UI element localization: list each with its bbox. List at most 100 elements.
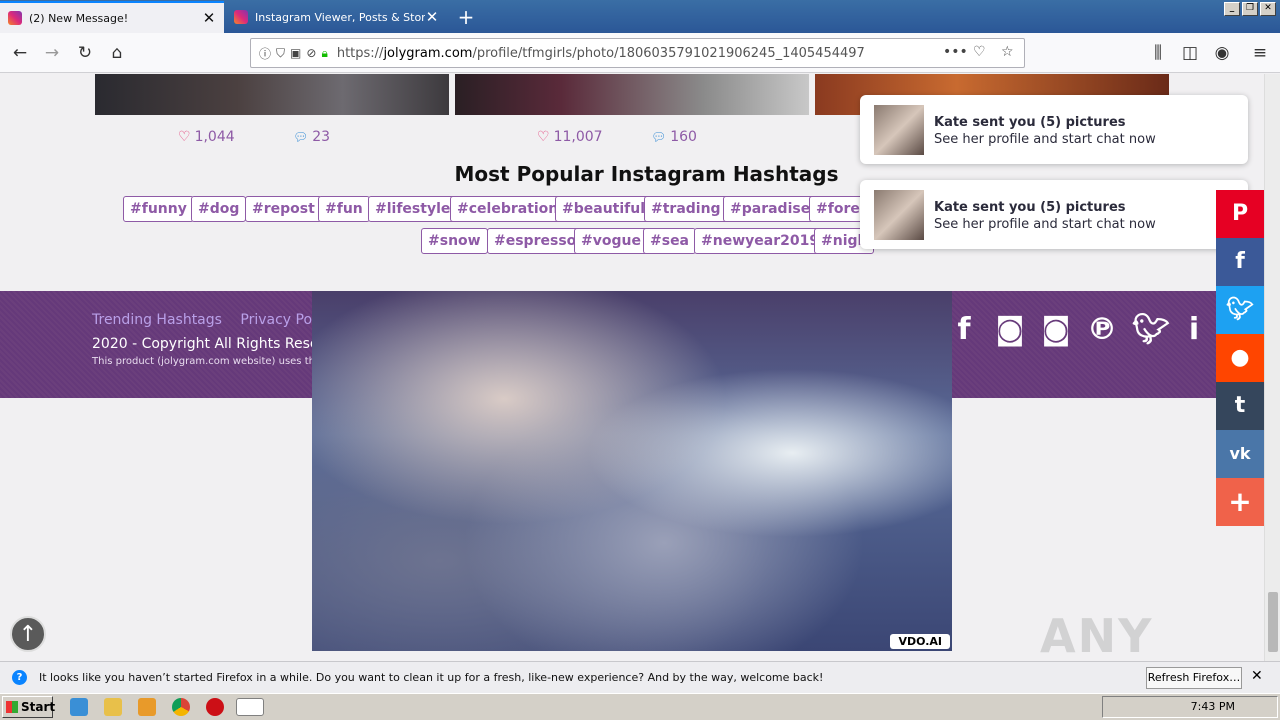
address-bar[interactable]: ⓘ ⛉ ▣ ⊘ 🔒︎ https://jolygram.com/profile/… (250, 38, 1025, 68)
comments-count: 💬︎ 160 (651, 129, 697, 145)
likes-value: 1,044 (194, 129, 235, 145)
tab-bar: (2) New Message! ✕ Instagram Viewer, Pos… (0, 0, 1280, 33)
vdo-ai-badge[interactable]: VDO.AI (890, 634, 950, 649)
media-player-icon[interactable] (138, 698, 156, 716)
menu-icon[interactable]: ≡ (1248, 41, 1272, 65)
bookmark-star-icon[interactable]: ☆ (1001, 44, 1014, 60)
message-notification[interactable]: Kate sent you (5) pictures See her profi… (860, 95, 1248, 164)
pocket-icon[interactable]: ♡ (973, 44, 986, 60)
forward-icon[interactable]: → (40, 41, 64, 65)
maximize-button[interactable]: ❐ (1242, 2, 1258, 16)
anyrun-watermark: ANY RUN (1040, 609, 1154, 661)
info-icon: ? (12, 670, 27, 685)
heart-icon: ♡ (178, 129, 191, 145)
twitter-icon: 🐦︎ (1226, 297, 1254, 322)
facebook-icon[interactable]: f (948, 313, 980, 347)
comment-icon: 💬︎ (651, 130, 667, 144)
page-actions-icon[interactable]: ••• (943, 44, 968, 60)
twitter-icon[interactable]: 🐦︎ (1132, 313, 1170, 347)
reddit-share-button[interactable]: ● (1216, 334, 1264, 382)
footer-social-links: f ◙ ◙ ℗ 🐦︎ i (948, 313, 1210, 347)
reddit-icon: ● (1230, 345, 1250, 370)
tab-new-message[interactable]: (2) New Message! ✕ (0, 1, 224, 33)
hashtag-link[interactable]: #dog (191, 196, 247, 222)
close-tab-icon[interactable]: ✕ (202, 9, 216, 27)
new-tab-button[interactable]: + (456, 5, 476, 29)
ie-icon[interactable] (70, 698, 88, 716)
close-window-button[interactable]: ✕ (1260, 2, 1276, 16)
web-page: ♡ 1,044 💬︎ 23 ♡ 11,007 💬︎ 160 Most Popular I… (0, 74, 1264, 661)
tumblr-share-button[interactable]: t (1216, 382, 1264, 430)
close-notification-icon[interactable]: ✕ (1251, 668, 1263, 684)
permissions-icon[interactable]: ▣ (290, 46, 301, 60)
hashtag-link[interactable]: #funny (123, 196, 194, 222)
hashtag-link[interactable]: #trading (644, 196, 728, 222)
library-icon[interactable]: ⫼ (1146, 41, 1170, 65)
info-icon[interactable]: ⓘ (259, 45, 271, 62)
pinterest-icon[interactable]: ℗ (1086, 313, 1118, 347)
tab-title: (2) New Message! (29, 11, 129, 25)
instagram-icon[interactable]: ◙ (1040, 313, 1072, 347)
folder-icon[interactable] (104, 698, 122, 716)
hashtag-link[interactable]: #newyear2019 (694, 228, 827, 254)
hashtag-link[interactable]: #sea (643, 228, 697, 254)
back-icon[interactable]: ← (8, 41, 32, 65)
comments-value: 160 (670, 129, 697, 145)
video-ad-player[interactable]: VDO.AI (312, 291, 952, 651)
post-photo[interactable] (95, 74, 449, 115)
link-icon[interactable]: ⊘ (306, 46, 316, 60)
facebook-share-button[interactable]: f (1216, 238, 1264, 286)
home-icon[interactable]: ⌂ (105, 41, 129, 65)
refresh-firefox-button[interactable]: Refresh Firefox… (1146, 667, 1242, 689)
firefox-taskbar-button[interactable] (236, 698, 264, 716)
vk-share-button[interactable]: vk (1216, 430, 1264, 478)
info-icon[interactable]: i (1178, 313, 1210, 347)
tumblr-icon: t (1234, 393, 1246, 418)
disclaimer-text: This product (jolygram.com website) uses… (92, 356, 322, 367)
reload-icon[interactable]: ↻ (73, 41, 97, 65)
sidebar-icon[interactable]: ◫ (1178, 41, 1202, 65)
message-notification[interactable]: Kate sent you (5) pictures See her profi… (860, 180, 1248, 249)
navigation-toolbar: ← → ↻ ⌂ ⓘ ⛉ ▣ ⊘ 🔒︎ https://jolygram.com/… (0, 33, 1280, 73)
opera-icon[interactable] (206, 698, 224, 716)
footer-links: Trending Hashtags Privacy Polic (92, 312, 342, 328)
close-tab-icon[interactable]: ✕ (425, 8, 439, 26)
url-text[interactable]: https://jolygram.com/profile/tfmgirls/ph… (337, 46, 865, 61)
copyright-text: 2020 - Copyright All Rights Reserv (92, 336, 333, 352)
hashtag-link[interactable]: #celebration (450, 196, 566, 222)
more-share-button[interactable]: + (1216, 478, 1264, 526)
hashtag-link[interactable]: #snow (421, 228, 488, 254)
scrollbar-thumb[interactable] (1268, 592, 1278, 652)
tab-instagram-viewer[interactable]: Instagram Viewer, Posts & Story & ✕ (226, 1, 447, 33)
start-button[interactable]: Start (2, 696, 55, 718)
hashtag-link[interactable]: #paradise (723, 196, 818, 222)
hashtag-link[interactable]: #vogue (574, 228, 648, 254)
hashtag-link[interactable]: #repost (245, 196, 322, 222)
back-to-top-button[interactable]: ↑ (10, 616, 46, 652)
hashtag-link[interactable]: #espresso (487, 228, 584, 254)
minimize-button[interactable]: _ (1224, 2, 1240, 16)
account-icon[interactable]: ◉ (1210, 41, 1234, 65)
post-photo[interactable] (455, 74, 809, 115)
notification-avatar (874, 190, 924, 240)
shield-icon[interactable]: ⛉ (276, 46, 285, 61)
hashtag-link[interactable]: #beautiful (555, 196, 653, 222)
notification-title: Kate sent you (5) pictures (934, 200, 1126, 215)
more-icon: + (1228, 485, 1252, 518)
url-domain: jolygram.com (383, 45, 473, 61)
comment-icon: 💬︎ (293, 130, 309, 144)
instagram-icon[interactable]: ◙ (994, 313, 1026, 347)
page-scrollbar[interactable] (1264, 74, 1280, 661)
comments-value: 23 (312, 129, 331, 145)
chrome-icon[interactable] (172, 698, 190, 716)
instagram-favicon-icon (234, 10, 248, 24)
lock-icon[interactable]: 🔒︎ (321, 46, 327, 61)
pinterest-share-button[interactable]: P (1216, 190, 1264, 238)
trending-hashtags-link[interactable]: Trending Hashtags (92, 312, 222, 328)
hashtag-link[interactable]: #fun (318, 196, 370, 222)
pinterest-icon: P (1231, 201, 1249, 226)
url-path: /profile/tfmgirls/photo/1806035791021906… (472, 45, 865, 61)
hashtag-link[interactable]: #lifestyle (368, 196, 458, 222)
notification-body: See her profile and start chat now (934, 132, 1156, 147)
twitter-share-button[interactable]: 🐦︎ (1216, 286, 1264, 334)
